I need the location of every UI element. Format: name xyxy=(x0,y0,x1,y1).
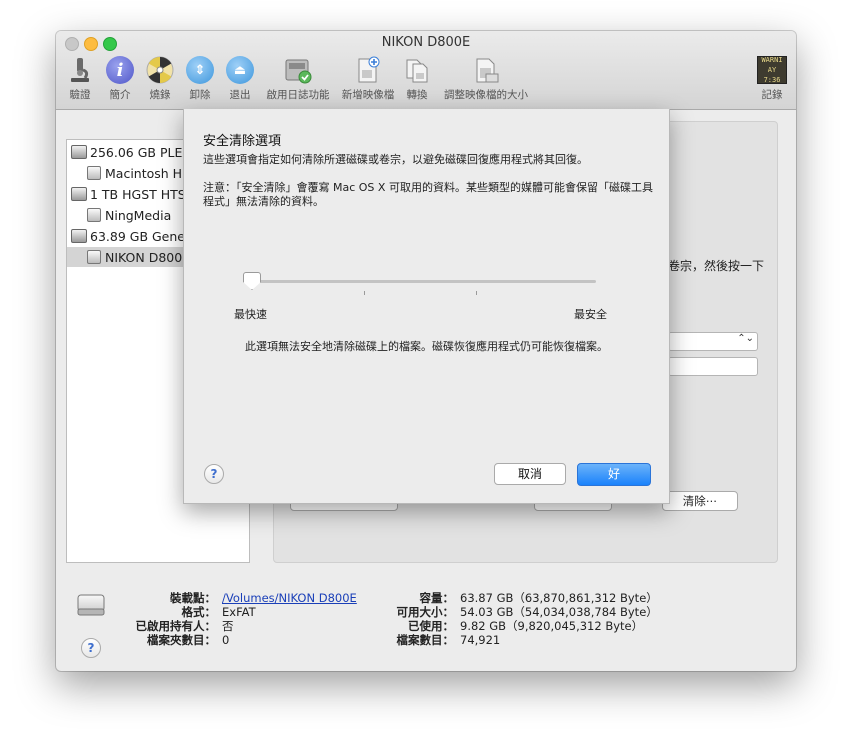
info-help-button[interactable]: ? xyxy=(81,638,101,658)
toolbar-info[interactable]: i 簡介 xyxy=(100,55,140,105)
slider-level-description: 此選項無法安全地清除磁碟上的檔案。磁碟恢復應用程式仍可能恢復檔案。 xyxy=(245,340,608,353)
format-popup[interactable]: ⌃⌄ xyxy=(668,332,758,351)
unmount-icon: ⇕ xyxy=(185,55,215,85)
slider-tick xyxy=(364,291,365,295)
toolbar-label: 轉換 xyxy=(406,89,428,101)
toolbar-label: 燒錄 xyxy=(149,89,171,101)
used-value: 9.82 GB（9,820,045,312 Byte） xyxy=(460,619,644,633)
file-count-value: 74,921 xyxy=(460,633,501,647)
disk-list-item[interactable]: NingMedia xyxy=(87,205,171,225)
security-slider-track[interactable] xyxy=(244,280,596,283)
name-field[interactable] xyxy=(668,357,758,376)
volume-icon xyxy=(87,166,101,180)
owners-value: 否 xyxy=(222,619,234,633)
resize-image-icon xyxy=(471,55,501,85)
volume-icon xyxy=(87,208,101,222)
toolbar-burn[interactable]: 燒錄 xyxy=(140,55,180,105)
toolbar-enable-journaling[interactable]: 啟用日誌功能 xyxy=(260,55,336,105)
sheet-help-button[interactable]: ? xyxy=(204,464,224,484)
toolbar-label: 卸除 xyxy=(189,89,211,101)
sheet-title: 安全清除選項 xyxy=(203,134,282,149)
toolbar-label: 新增映像檔 xyxy=(341,89,395,101)
enable-journaling-icon xyxy=(283,55,313,85)
toolbar-label: 啟用日誌功能 xyxy=(266,89,330,101)
folder-count-value: 0 xyxy=(222,633,230,647)
eject-icon: ⏏ xyxy=(225,55,255,85)
slider-max-label: 最安全 xyxy=(574,308,607,321)
slider-tick xyxy=(476,291,477,295)
toolbar-label: 調整映像檔的大小 xyxy=(444,89,528,101)
disk-icon xyxy=(71,145,87,159)
cancel-button[interactable]: 取消 xyxy=(494,463,566,485)
security-slider-knob[interactable] xyxy=(243,272,261,290)
disk-icon xyxy=(71,229,87,243)
secure-erase-options-sheet: 安全清除選項 這些選項會指定如何清除所選磁碟或卷宗，以避免磁碟回復應用程式將其回… xyxy=(183,109,670,504)
toolbar-convert[interactable]: 轉換 xyxy=(400,55,434,105)
log-icon: WARNI AY 7:36 xyxy=(757,56,787,84)
toolbar-label: 退出 xyxy=(229,89,251,101)
burn-icon xyxy=(145,55,175,85)
ok-button[interactable]: 好 xyxy=(577,463,651,486)
file-count-label: 檔案數目： xyxy=(396,633,455,647)
slider-min-label: 最快速 xyxy=(234,308,267,321)
sheet-note: 注意：「安全清除」會覆寫 Mac OS X 可取用的資料。某些類型的媒體可能會保… xyxy=(203,181,653,208)
available-value: 54.03 GB（54,034,038,784 Byte） xyxy=(460,605,658,619)
titlebar: NIKON D800E 驗證 i 簡介 燒錄 ⇕ 卸除 ⏏ 退出 啟用日誌功能 … xyxy=(56,31,796,110)
toolbar-resize-image[interactable]: 調整映像檔的大小 xyxy=(438,55,534,105)
toolbar-log[interactable]: WARNI AY 7:36 記錄 xyxy=(754,55,790,105)
toolbar-new-image[interactable]: 新增映像檔 xyxy=(336,55,400,105)
toolbar-label: 簡介 xyxy=(109,89,131,101)
disk-icon xyxy=(71,187,87,201)
popup-arrows-icon: ⌃⌄ xyxy=(737,333,754,344)
erase-instructions-text: 卷宗，然後按一下 xyxy=(668,259,765,273)
toolbar-eject[interactable]: ⏏ 退出 xyxy=(220,55,260,105)
toolbar-label: 驗證 xyxy=(69,89,91,101)
microscope-icon xyxy=(65,55,95,85)
window-title: NIKON D800E xyxy=(381,35,471,50)
capacity-value: 63.87 GB（63,870,861,312 Byte） xyxy=(460,591,658,605)
toolbar-verify[interactable]: 驗證 xyxy=(60,55,100,105)
toolbar-label: 記錄 xyxy=(761,89,783,101)
convert-icon xyxy=(402,55,432,85)
mount-point-link[interactable]: /Volumes/NIKON D800E xyxy=(222,591,357,605)
volume-icon xyxy=(87,250,101,264)
sheet-description: 這些選項會指定如何清除所選磁碟或卷宗，以避免磁碟回復應用程式將其回復。 xyxy=(203,153,588,166)
info-icon: i xyxy=(105,55,135,85)
disk-list-item[interactable]: 63.89 GB Generic xyxy=(71,226,200,246)
erase-button[interactable]: 清除⋯ xyxy=(662,491,738,511)
toolbar-unmount[interactable]: ⇕ 卸除 xyxy=(180,55,220,105)
format-value: ExFAT xyxy=(222,605,256,619)
folder-count-label: 檔案夾數目： xyxy=(147,633,216,647)
disk-list-item[interactable]: Macintosh HD xyxy=(87,163,192,183)
volume-info: ? 裝載點：/Volumes/NIKON D800E 格式： ExFAT 已啟用持… xyxy=(56,571,796,671)
drive-icon xyxy=(76,591,106,617)
new-image-icon xyxy=(353,55,383,85)
